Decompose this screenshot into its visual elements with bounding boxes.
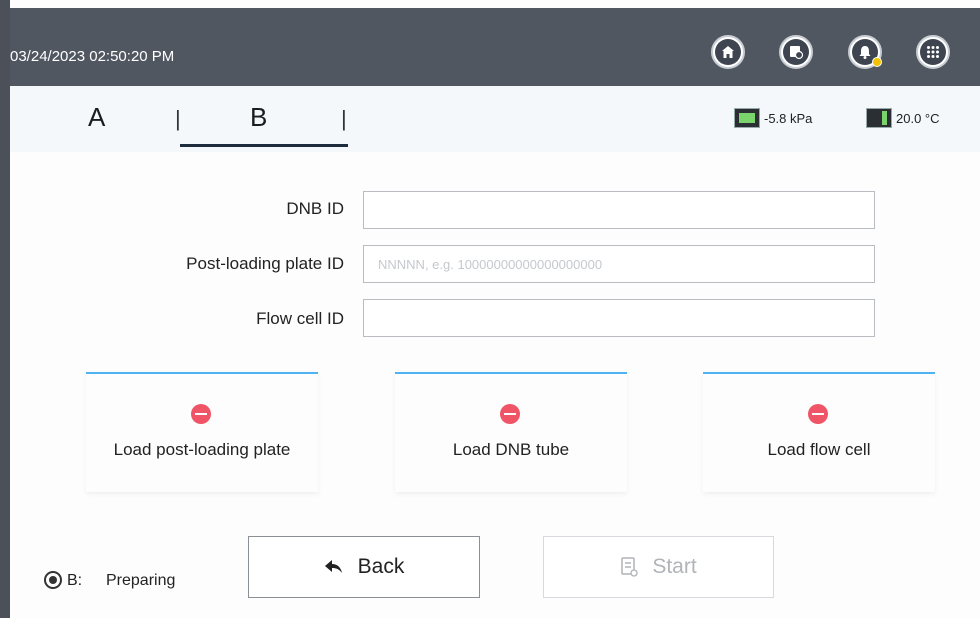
back-arrow-icon xyxy=(324,559,344,575)
tab-a[interactable]: A xyxy=(88,102,105,133)
home-icon xyxy=(715,39,741,65)
status-radio-icon xyxy=(44,571,62,589)
notification-badge xyxy=(872,57,882,67)
app-window: 03/24/2023 02:50:20 PM A | B | -5.8 kPa … xyxy=(0,0,980,618)
temperature-readout: 20.0 °C xyxy=(896,111,940,126)
start-document-icon xyxy=(620,557,638,577)
tab-separator: | xyxy=(341,106,347,131)
flow-cell-id-input[interactable] xyxy=(363,299,875,337)
notifications-button[interactable] xyxy=(848,35,882,69)
tab-bar: A | B | -5.8 kPa 20.0 °C xyxy=(10,86,980,152)
not-ready-icon xyxy=(808,404,828,424)
apps-menu-button[interactable] xyxy=(916,35,950,69)
zoom-button[interactable] xyxy=(779,35,813,69)
thermometer-icon xyxy=(866,108,892,128)
not-ready-icon xyxy=(191,404,211,424)
zoom-icon xyxy=(783,39,809,65)
not-ready-icon xyxy=(500,404,520,424)
pressure-readout: -5.8 kPa xyxy=(764,111,813,126)
tab-b[interactable]: B xyxy=(250,102,267,133)
datetime-display: 03/24/2023 02:50:20 PM xyxy=(10,48,175,65)
plate-id-label: Post-loading plate ID xyxy=(186,254,344,273)
start-label: Start xyxy=(652,555,697,578)
tab-separator: | xyxy=(175,106,181,131)
load-dnb-card[interactable]: Load DNB tube xyxy=(395,372,627,492)
home-button[interactable] xyxy=(711,35,745,69)
active-tab-indicator xyxy=(180,144,348,147)
start-button[interactable]: Start xyxy=(543,536,774,598)
back-label: Back xyxy=(357,555,405,578)
pressure-gauge-icon xyxy=(734,108,760,128)
load-flow-cell-label: Load flow cell xyxy=(767,440,871,459)
back-button[interactable]: Back xyxy=(248,536,480,598)
load-dnb-label: Load DNB tube xyxy=(452,440,570,459)
status-text: Preparing xyxy=(106,572,176,589)
top-bar: 03/24/2023 02:50:20 PM xyxy=(10,8,980,86)
dnb-id-label: DNB ID xyxy=(286,199,344,218)
dnb-id-input[interactable] xyxy=(363,191,875,229)
load-plate-label: Load post-loading plate xyxy=(113,440,291,459)
apps-grid-icon xyxy=(920,39,946,65)
load-plate-card[interactable]: Load post-loading plate xyxy=(86,372,318,492)
load-flow-cell-card[interactable]: Load flow cell xyxy=(703,372,935,492)
flow-cell-id-label: Flow cell ID xyxy=(256,309,344,328)
status-prefix: B: xyxy=(67,572,83,589)
plate-id-input[interactable] xyxy=(363,245,875,283)
